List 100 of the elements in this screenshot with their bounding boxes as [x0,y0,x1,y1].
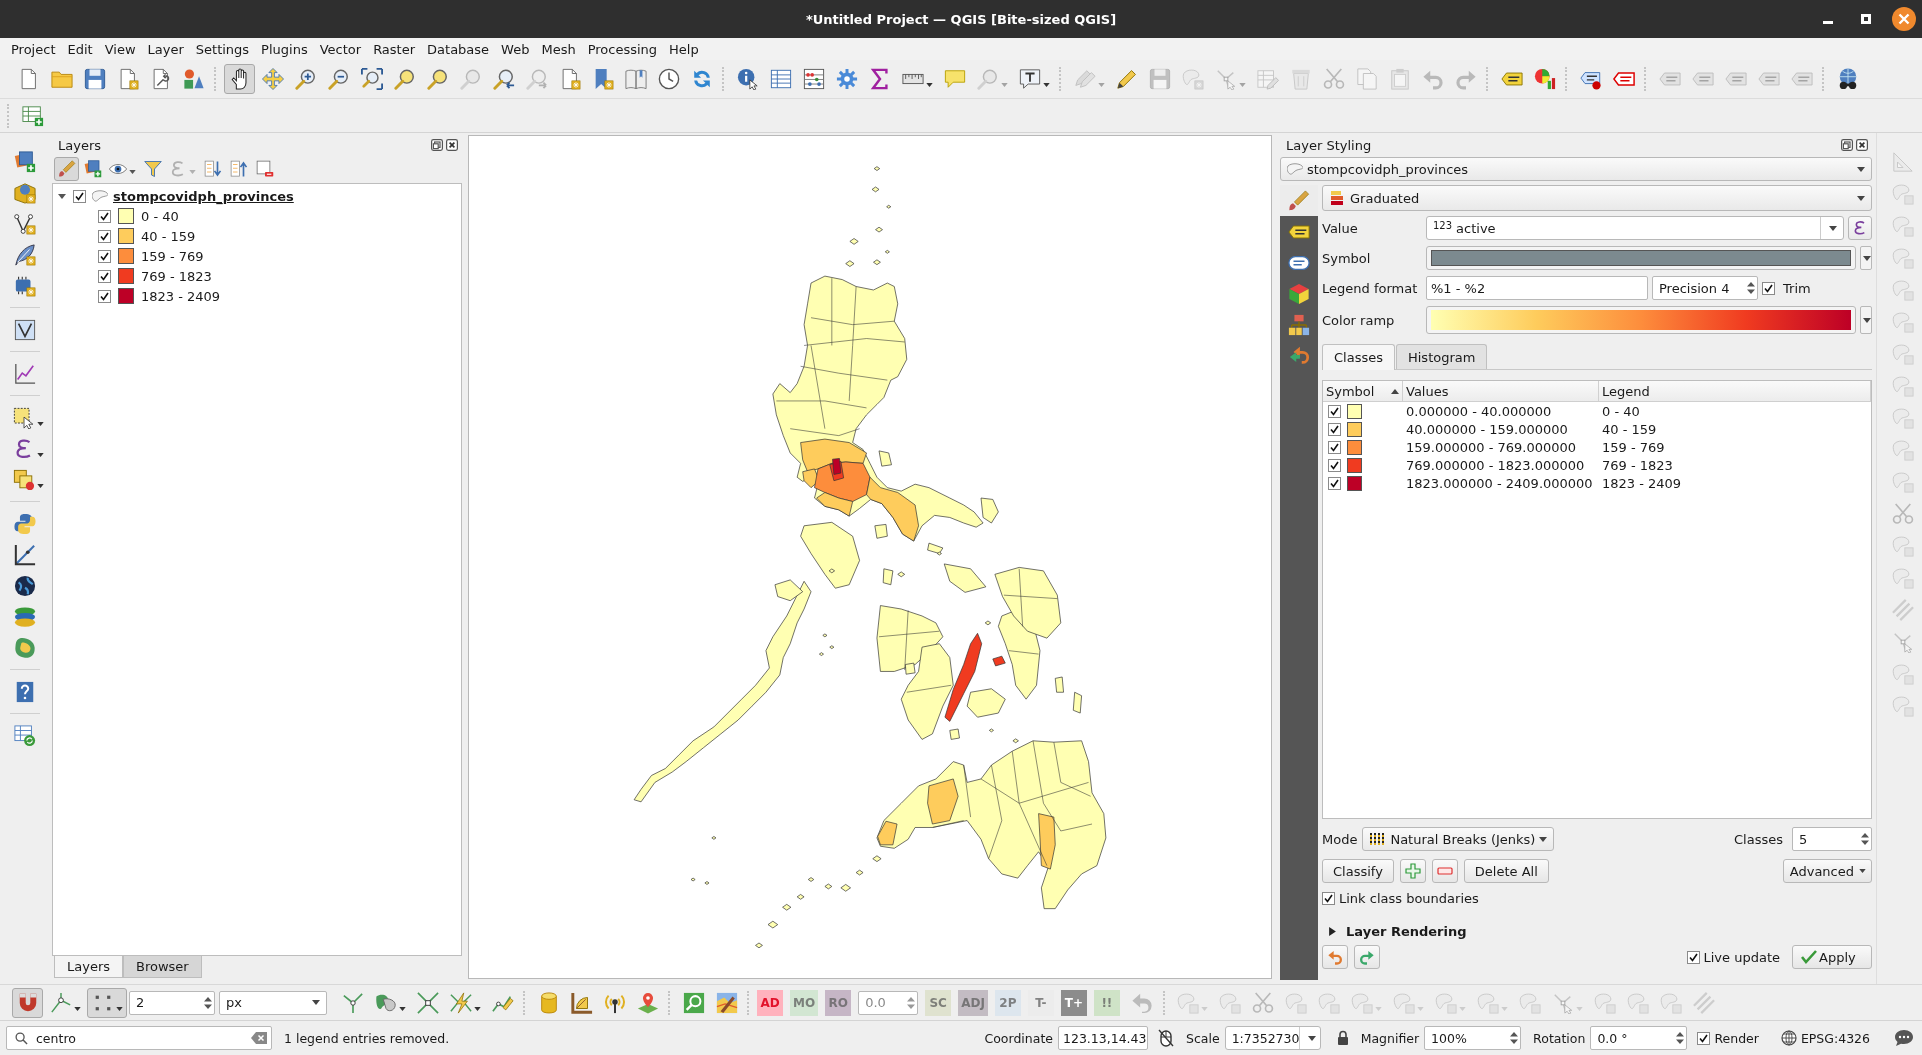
classes-spinbox[interactable]: 5 [1792,827,1872,851]
tab[interactable]: Histogram [1396,344,1488,369]
column-header[interactable]: Legend [1599,381,1871,401]
advanced-button[interactable]: Advanced [1782,859,1872,883]
apply-button[interactable]: Apply [1792,945,1872,969]
field-combobox[interactable]: 123 active [1426,216,1844,240]
expand-arrow-icon[interactable] [1328,927,1337,936]
menu-item[interactable]: View [99,40,141,58]
magnet-button[interactable] [12,987,43,1018]
renderer-combobox[interactable]: Graduated [1322,185,1872,211]
units-combobox[interactable]: px [219,990,327,1015]
menu-item[interactable]: Project [6,40,61,58]
tab[interactable]: Browser [123,956,202,978]
menu-item[interactable]: Plugins [256,40,313,58]
dots-button[interactable] [87,987,127,1018]
topology-icon [341,991,364,1014]
speech-bubble-icon[interactable] [1894,1029,1914,1047]
tab[interactable]: Layers [54,956,124,978]
mouse-icon[interactable] [1158,1029,1174,1047]
field-label: Classes [1734,831,1783,847]
checkbox[interactable] [1686,950,1700,964]
close-button[interactable] [1856,139,1868,151]
checkbox[interactable] [98,289,111,303]
legend-format-field[interactable]: %1 - %2 [1426,276,1648,300]
hierarchy-icon [1288,313,1310,336]
hand-button[interactable] [224,64,255,94]
spin-arrows-icon [204,995,212,1010]
menu-item[interactable]: Web [496,40,535,58]
dropdown-button[interactable] [1860,246,1872,270]
close-icon [1892,7,1916,31]
vertex-tool-icon [1214,68,1237,90]
checkbox[interactable] [98,229,111,243]
redo-button[interactable] [1354,945,1380,969]
lock-icon[interactable] [1336,1030,1349,1046]
checkbox[interactable] [1322,892,1335,905]
dropdown-button[interactable] [1860,306,1872,334]
precision-spinbox[interactable]: Precision 4 [1652,276,1758,300]
caret-icon [312,1000,320,1005]
float-button[interactable] [431,139,443,151]
checkbox[interactable] [1328,476,1341,490]
caret-icon [73,1006,81,1011]
tolerance-spinbox[interactable]: 2 [129,990,215,1015]
tick-icon [1801,950,1817,964]
menu-item[interactable]: Settings [190,40,255,58]
expand-arrow-icon[interactable] [58,192,66,200]
mode-combobox[interactable]: Natural Breaks (Jenks) [1362,827,1555,851]
blob-shape-icon [1219,991,1242,1014]
column-header[interactable]: Values [1403,381,1599,401]
minimize-icon [1823,20,1833,24]
globe-icon [1780,1030,1797,1046]
add-class-button[interactable] [1399,859,1426,883]
close-button[interactable] [446,139,458,151]
expression-button[interactable] [1848,216,1872,240]
menu-item[interactable]: Layer [142,40,189,58]
layer-combobox[interactable]: stompcovidph_provinces [1280,157,1872,181]
checkbox[interactable] [1762,281,1775,295]
clear-icon[interactable] [251,1032,267,1044]
history-arrows-icon [1288,344,1310,367]
rotation-spinbox[interactable]: 0.0 ° [1590,1026,1688,1050]
menu-item[interactable]: Processing [582,40,663,58]
checkbox[interactable] [1328,458,1341,472]
magnifier-spinbox[interactable]: 100% [1424,1026,1522,1050]
menu-item[interactable]: Help [664,40,704,58]
menu-item[interactable]: Vector [314,40,367,58]
checkbox[interactable] [1328,422,1341,436]
menu-item[interactable]: Database [422,40,495,58]
undo-button[interactable] [1322,945,1348,969]
checkbox[interactable] [98,269,111,283]
checkbox[interactable] [1697,1031,1711,1045]
menu-item[interactable]: Edit [62,40,98,58]
caret-icon [1238,83,1246,87]
classify-button[interactable]: Classify [1322,859,1394,883]
close-button[interactable] [1892,7,1916,31]
search-field[interactable]: centro [6,1026,272,1050]
checkbox[interactable] [98,249,111,263]
brush-button[interactable] [54,157,79,181]
layer-name[interactable]: stompcovidph_provinces [113,188,294,204]
tab[interactable]: Classes [1322,344,1395,370]
checkbox[interactable] [98,209,111,223]
menu-item[interactable]: Mesh [536,40,581,58]
sigma-icon [868,68,891,90]
scale-combobox[interactable]: 1:7352730 [1224,1026,1321,1050]
crs-button[interactable]: EPSG:4326 [1776,1030,1874,1046]
symbol-preview-icon [1431,250,1851,266]
coordinate-field[interactable]: 123.13,14.43 [1058,1026,1148,1050]
caret-icon [1829,225,1837,231]
menu-item[interactable]: Raster [368,40,421,58]
checkbox[interactable] [1328,404,1341,418]
delete-all-button[interactable]: Delete All [1463,859,1549,883]
remove-class-button[interactable] [1431,859,1458,883]
checkbox[interactable] [1328,440,1341,454]
column-header[interactable]: Symbol [1323,381,1403,401]
vertex-snap-icon [49,991,72,1014]
color-ramp-button[interactable] [1426,306,1856,334]
checkbox[interactable] [73,189,86,203]
zoom-full-icon [360,68,383,90]
caret-icon [36,484,44,488]
float-button[interactable] [1841,139,1853,151]
speech-bubble-icon [943,68,966,90]
symbol-button[interactable] [1426,246,1856,270]
